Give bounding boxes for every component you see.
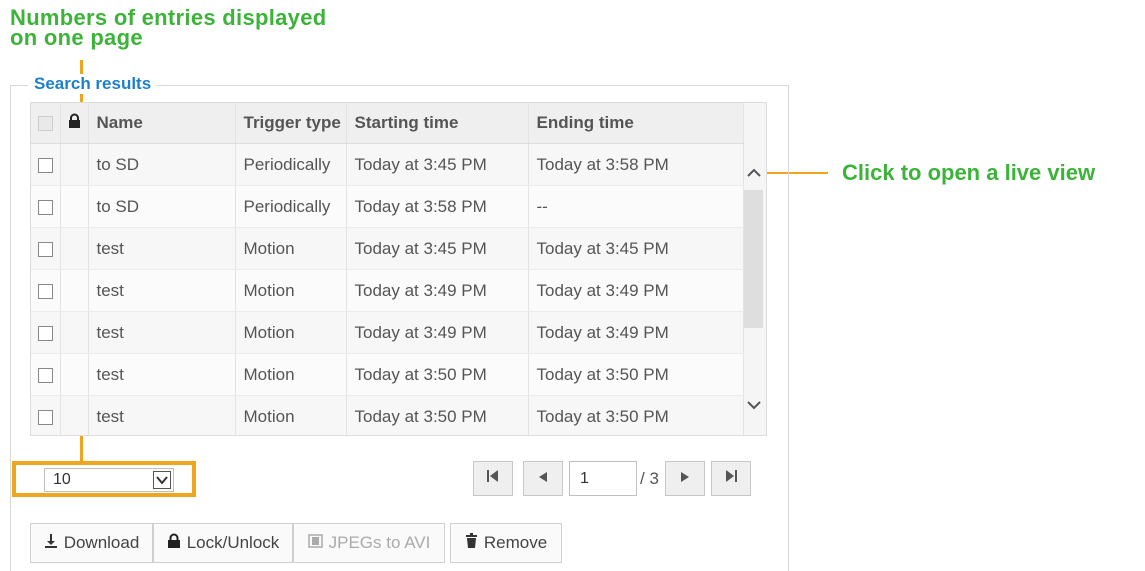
row-end[interactable]: Today at 3:49 PM bbox=[528, 269, 744, 312]
row-start[interactable]: Today at 3:50 PM bbox=[346, 395, 529, 435]
lock-icon bbox=[68, 113, 81, 134]
last-page-icon bbox=[723, 469, 739, 488]
lock-unlock-button[interactable]: Lock/Unlock bbox=[153, 523, 293, 563]
column-header-name[interactable]: Name bbox=[88, 103, 236, 144]
row-lock-cell bbox=[60, 311, 89, 354]
row-name[interactable]: test bbox=[88, 395, 236, 435]
trash-icon bbox=[465, 532, 478, 554]
select-all-cell bbox=[31, 103, 61, 144]
row-start[interactable]: Today at 3:58 PM bbox=[346, 185, 529, 228]
row-end[interactable]: Today at 3:50 PM bbox=[528, 353, 744, 396]
row-checkbox-cell bbox=[31, 395, 61, 435]
row-trigger[interactable]: Motion bbox=[235, 269, 347, 312]
row-lock-cell bbox=[60, 353, 89, 396]
last-page-button[interactable] bbox=[711, 461, 751, 496]
remove-label: Remove bbox=[483, 533, 548, 552]
entries-annotation: Numbers of entries displayed on one page bbox=[10, 7, 327, 50]
row-start[interactable]: Today at 3:45 PM bbox=[346, 227, 529, 270]
row-start[interactable]: Today at 3:49 PM bbox=[346, 269, 529, 312]
row-checkbox[interactable] bbox=[37, 283, 53, 299]
row-trigger[interactable]: Periodically bbox=[235, 143, 347, 186]
scroll-up-icon[interactable] bbox=[742, 162, 766, 182]
jpegs-to-avi-label: JPEGs to AVI bbox=[328, 533, 431, 552]
row-name[interactable]: to SD bbox=[88, 185, 236, 228]
row-checkbox[interactable] bbox=[37, 367, 53, 383]
entries-annotation-line2: on one page bbox=[10, 25, 143, 50]
column-header-trigger[interactable]: Trigger type bbox=[235, 103, 347, 144]
jpegs-to-avi-button[interactable]: JPEGs to AVI bbox=[293, 523, 445, 563]
lock-icon bbox=[167, 533, 181, 554]
row-lock-cell bbox=[60, 185, 89, 228]
row-name[interactable]: test bbox=[88, 353, 236, 396]
row-lock-cell bbox=[60, 395, 89, 435]
next-page-icon bbox=[679, 470, 691, 488]
film-icon bbox=[307, 533, 323, 553]
lock-unlock-label: Lock/Unlock bbox=[186, 533, 280, 552]
first-page-button[interactable] bbox=[473, 461, 513, 496]
first-page-icon bbox=[485, 469, 501, 488]
results-table: Name Trigger type Starting time Ending t… bbox=[31, 103, 744, 435]
row-checkbox[interactable] bbox=[37, 199, 53, 215]
row-trigger[interactable]: Motion bbox=[235, 353, 347, 396]
lock-column-header bbox=[60, 103, 89, 144]
row-checkbox-cell bbox=[31, 353, 61, 396]
entries-per-page-select[interactable]: 10 bbox=[44, 468, 174, 492]
row-end[interactable]: Today at 3:50 PM bbox=[528, 395, 744, 435]
download-button[interactable]: Download bbox=[30, 523, 153, 563]
row-checkbox-cell bbox=[31, 227, 61, 270]
prev-page-icon bbox=[537, 470, 549, 488]
column-header-start[interactable]: Starting time bbox=[346, 103, 529, 144]
table-row[interactable]: test Motion Today at 3:49 PM Today at 3:49 … bbox=[31, 269, 744, 312]
row-trigger[interactable]: Motion bbox=[235, 395, 347, 435]
page-number-input[interactable] bbox=[569, 461, 637, 496]
row-name[interactable]: test bbox=[88, 227, 236, 270]
table-row[interactable]: test Motion Today at 3:50 PM Today at 3:50 … bbox=[31, 353, 744, 396]
remove-button[interactable]: Remove bbox=[450, 523, 562, 563]
row-name[interactable]: test bbox=[88, 311, 236, 354]
search-results-legend: Search results bbox=[28, 74, 158, 94]
row-checkbox[interactable] bbox=[37, 325, 53, 341]
prev-page-button[interactable] bbox=[523, 461, 563, 496]
next-page-button[interactable] bbox=[665, 461, 705, 496]
table-row[interactable]: to SD Periodically Today at 3:58 PM -- bbox=[31, 185, 744, 228]
row-lock-cell bbox=[60, 269, 89, 312]
scrollbar-thumb[interactable] bbox=[744, 190, 763, 328]
row-checkbox-cell bbox=[31, 185, 61, 228]
row-checkbox[interactable] bbox=[37, 409, 53, 425]
row-trigger[interactable]: Periodically bbox=[235, 185, 347, 228]
row-lock-cell bbox=[60, 227, 89, 270]
row-trigger[interactable]: Motion bbox=[235, 227, 347, 270]
row-end[interactable]: Today at 3:58 PM bbox=[528, 143, 744, 186]
row-start[interactable]: Today at 3:49 PM bbox=[346, 311, 529, 354]
row-end[interactable]: -- bbox=[528, 185, 744, 228]
scroll-down-icon[interactable] bbox=[742, 393, 766, 415]
row-name[interactable]: test bbox=[88, 269, 236, 312]
column-header-end[interactable]: Ending time bbox=[528, 103, 744, 144]
row-checkbox[interactable] bbox=[37, 157, 53, 173]
row-checkbox-cell bbox=[31, 269, 61, 312]
page-total: / 3 bbox=[640, 469, 659, 488]
table-header-row: Name Trigger type Starting time Ending t… bbox=[31, 103, 744, 144]
row-checkbox-cell bbox=[31, 143, 61, 186]
row-trigger[interactable]: Motion bbox=[235, 311, 347, 354]
row-start[interactable]: Today at 3:45 PM bbox=[346, 143, 529, 186]
row-end[interactable]: Today at 3:45 PM bbox=[528, 227, 744, 270]
download-label: Download bbox=[63, 533, 140, 552]
row-start[interactable]: Today at 3:50 PM bbox=[346, 353, 529, 396]
live-view-annotation: Click to open a live view bbox=[842, 160, 1096, 185]
row-checkbox[interactable] bbox=[37, 241, 53, 257]
table-row[interactable]: test Motion Today at 3:45 PM Today at 3:45 … bbox=[31, 227, 744, 270]
table-row[interactable]: test Motion Today at 3:50 PM Today at 3:50 … bbox=[31, 395, 744, 435]
row-lock-cell bbox=[60, 143, 89, 186]
results-table-container: Name Trigger type Starting time Ending t… bbox=[30, 102, 767, 436]
select-all-checkbox[interactable] bbox=[37, 116, 53, 132]
download-icon bbox=[44, 533, 58, 554]
entries-per-page-value: 10 bbox=[53, 471, 71, 488]
table-row[interactable]: test Motion Today at 3:49 PM Today at 3:49 … bbox=[31, 311, 744, 354]
row-end[interactable]: Today at 3:49 PM bbox=[528, 311, 744, 354]
row-name[interactable]: to SD bbox=[88, 143, 236, 186]
chevron-down-icon[interactable] bbox=[153, 471, 171, 489]
row-checkbox-cell bbox=[31, 311, 61, 354]
table-row[interactable]: to SD Periodically Today at 3:45 PM Today a… bbox=[31, 143, 744, 186]
